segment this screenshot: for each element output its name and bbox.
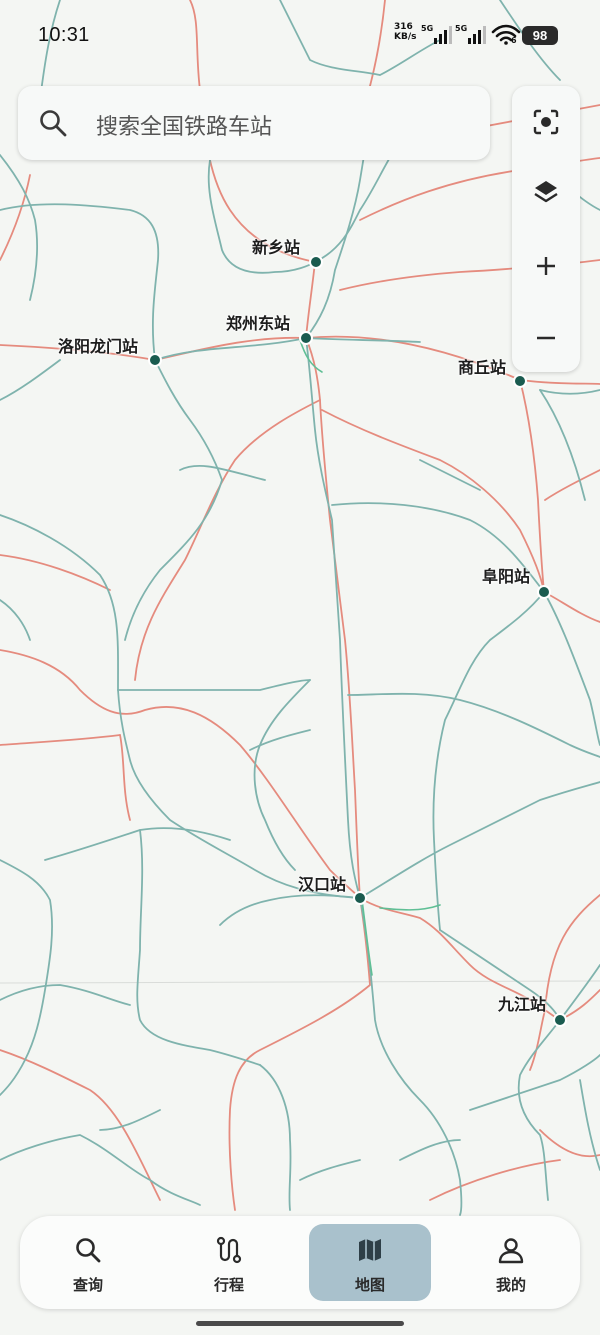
- nav-label-trips: 行程: [213, 1276, 244, 1294]
- search-bar[interactable]: 搜索全国铁路车站: [18, 86, 490, 160]
- network-speed-unit: KB/s: [394, 32, 417, 42]
- network-speed-value: 316: [394, 22, 413, 32]
- map-tools-panel: [512, 86, 580, 372]
- station-label-luoyang-longmen[interactable]: 洛阳龙门站: [58, 333, 138, 357]
- locate-button[interactable]: [512, 88, 580, 156]
- nav-tab-map[interactable]: 地图: [309, 1224, 431, 1301]
- zoom-in-button[interactable]: [512, 232, 580, 300]
- station-dot-fuyang[interactable]: [537, 585, 551, 599]
- wifi-badge: 6: [511, 36, 517, 45]
- station-label-jiujiang[interactable]: 九江站: [498, 991, 546, 1015]
- station-dot-shangqiu[interactable]: [513, 374, 527, 388]
- station-dot-hankou[interactable]: [353, 891, 367, 905]
- search-icon: [40, 110, 67, 137]
- station-dot-jiujiang[interactable]: [553, 1013, 567, 1027]
- station-label-fuyang[interactable]: 阜阳站: [482, 563, 530, 587]
- railway-map[interactable]: [0, 0, 600, 1335]
- search-icon: [76, 1238, 101, 1263]
- minus-icon: [537, 336, 555, 340]
- wifi-icon: 6: [491, 24, 521, 46]
- station-label-hankou[interactable]: 汉口站: [298, 871, 346, 895]
- zoom-out-button[interactable]: [512, 304, 580, 372]
- battery-icon: 98: [522, 26, 558, 45]
- locate-icon: [533, 109, 559, 135]
- station-label-zhengzhou-east[interactable]: 郑州东站: [226, 310, 290, 334]
- search-input[interactable]: 搜索全国铁路车站: [96, 109, 272, 141]
- nav-tab-trips[interactable]: 行程: [168, 1224, 290, 1301]
- nav-tab-query[interactable]: 查询: [27, 1224, 149, 1301]
- station-label-xinxiang[interactable]: 新乡站: [252, 234, 300, 258]
- nav-tab-profile[interactable]: 我的: [450, 1224, 572, 1301]
- plus-icon: [537, 257, 555, 275]
- map-icon: [359, 1239, 381, 1261]
- battery-level: 98: [532, 28, 548, 43]
- clock: 10:31: [38, 24, 90, 46]
- route-icon: [216, 1236, 242, 1264]
- bottom-navigation: 查询 行程 地图 我的: [20, 1216, 580, 1309]
- nav-label-map: 地图: [354, 1276, 385, 1294]
- person-icon: [498, 1238, 524, 1264]
- home-indicator[interactable]: [196, 1321, 404, 1326]
- sim2-signal-icon: 5G: [455, 24, 495, 46]
- station-label-shangqiu[interactable]: 商丘站: [458, 354, 506, 378]
- station-dot-xinxiang[interactable]: [309, 255, 323, 269]
- nav-label-query: 查询: [72, 1276, 103, 1294]
- station-dot-zhengzhou-east[interactable]: [299, 331, 313, 345]
- network-speed: 316 KB/s: [394, 22, 416, 42]
- nav-label-profile: 我的: [495, 1276, 526, 1294]
- layers-icon: [534, 181, 558, 203]
- status-bar: 10:31 316 KB/s 5G 5G 6 98: [0, 0, 600, 72]
- layers-button[interactable]: [512, 158, 580, 226]
- station-dot-luoyang-longmen[interactable]: [148, 353, 162, 367]
